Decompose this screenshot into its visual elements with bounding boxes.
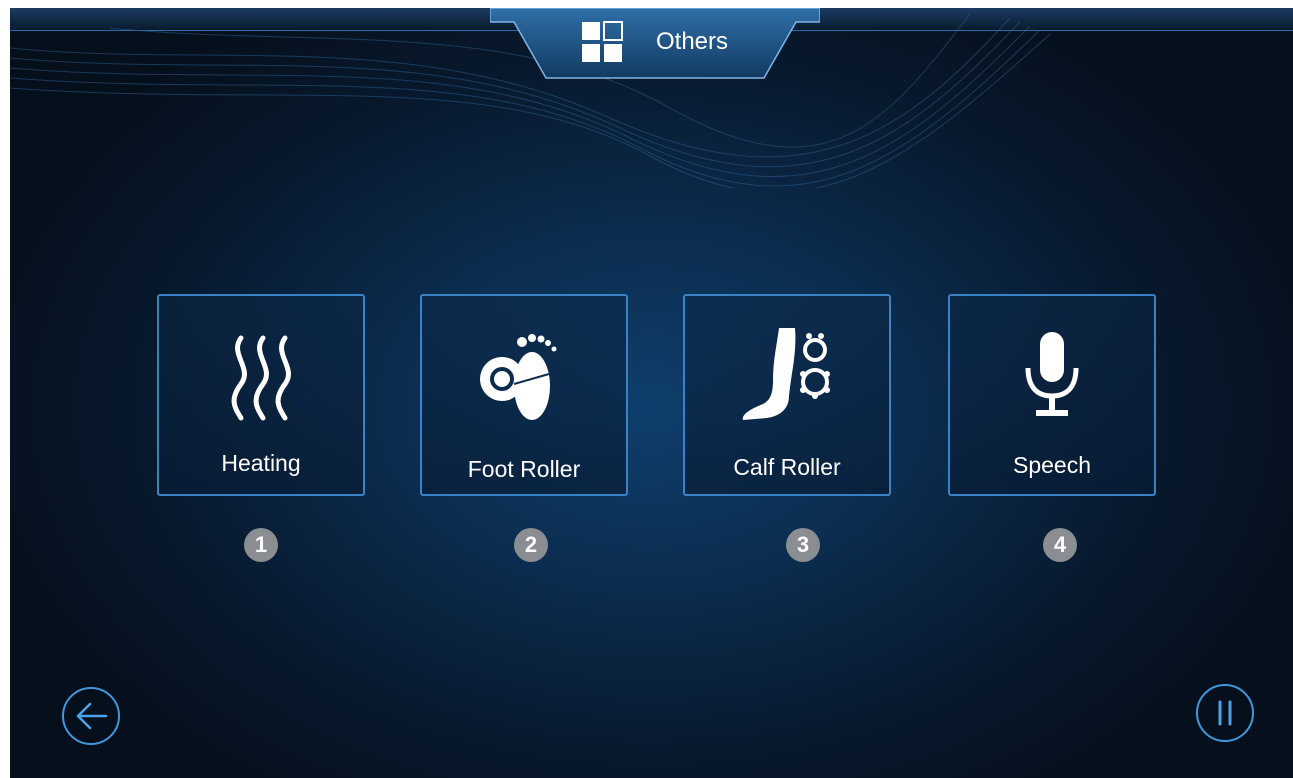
tile-number-2: 2 xyxy=(514,528,548,562)
pause-icon xyxy=(1218,700,1232,726)
calf-roller-icon xyxy=(742,328,830,420)
tile-number-1: 1 xyxy=(244,528,278,562)
tile-number-4: 4 xyxy=(1043,528,1077,562)
back-button[interactable] xyxy=(62,687,120,745)
others-screen: Others Heating Foot Roller Calf Roller S… xyxy=(10,8,1293,778)
calf-roller-button[interactable]: Calf Roller xyxy=(683,294,891,496)
heating-button[interactable]: Heating xyxy=(157,294,365,496)
foot-roller-label: Foot Roller xyxy=(467,456,581,482)
tile-number-3: 3 xyxy=(786,528,820,562)
microphone-icon xyxy=(1025,332,1079,416)
foot-roller-icon xyxy=(480,334,557,420)
pause-button[interactable] xyxy=(1196,684,1254,742)
calf-roller-label: Calf Roller xyxy=(733,454,841,480)
speech-button[interactable]: Speech xyxy=(948,294,1156,496)
title-tab xyxy=(490,8,820,79)
back-arrow-icon xyxy=(76,702,108,730)
foot-roller-button[interactable]: Foot Roller xyxy=(420,294,628,496)
grid-icon xyxy=(582,21,623,62)
page-title: Others xyxy=(656,28,729,55)
heating-label: Heating xyxy=(221,450,301,476)
heat-waves-icon xyxy=(231,335,291,421)
speech-label: Speech xyxy=(1012,452,1091,478)
